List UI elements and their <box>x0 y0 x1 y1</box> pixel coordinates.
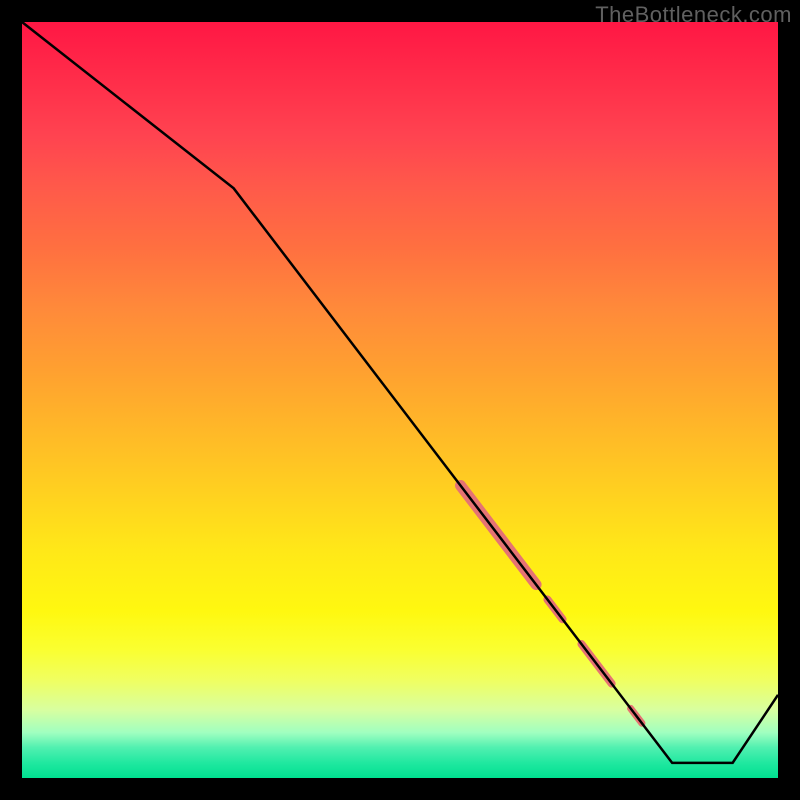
watermark-text: TheBottleneck.com <box>595 2 792 28</box>
main-curve-line <box>22 22 778 763</box>
chart-overlay <box>22 22 778 778</box>
